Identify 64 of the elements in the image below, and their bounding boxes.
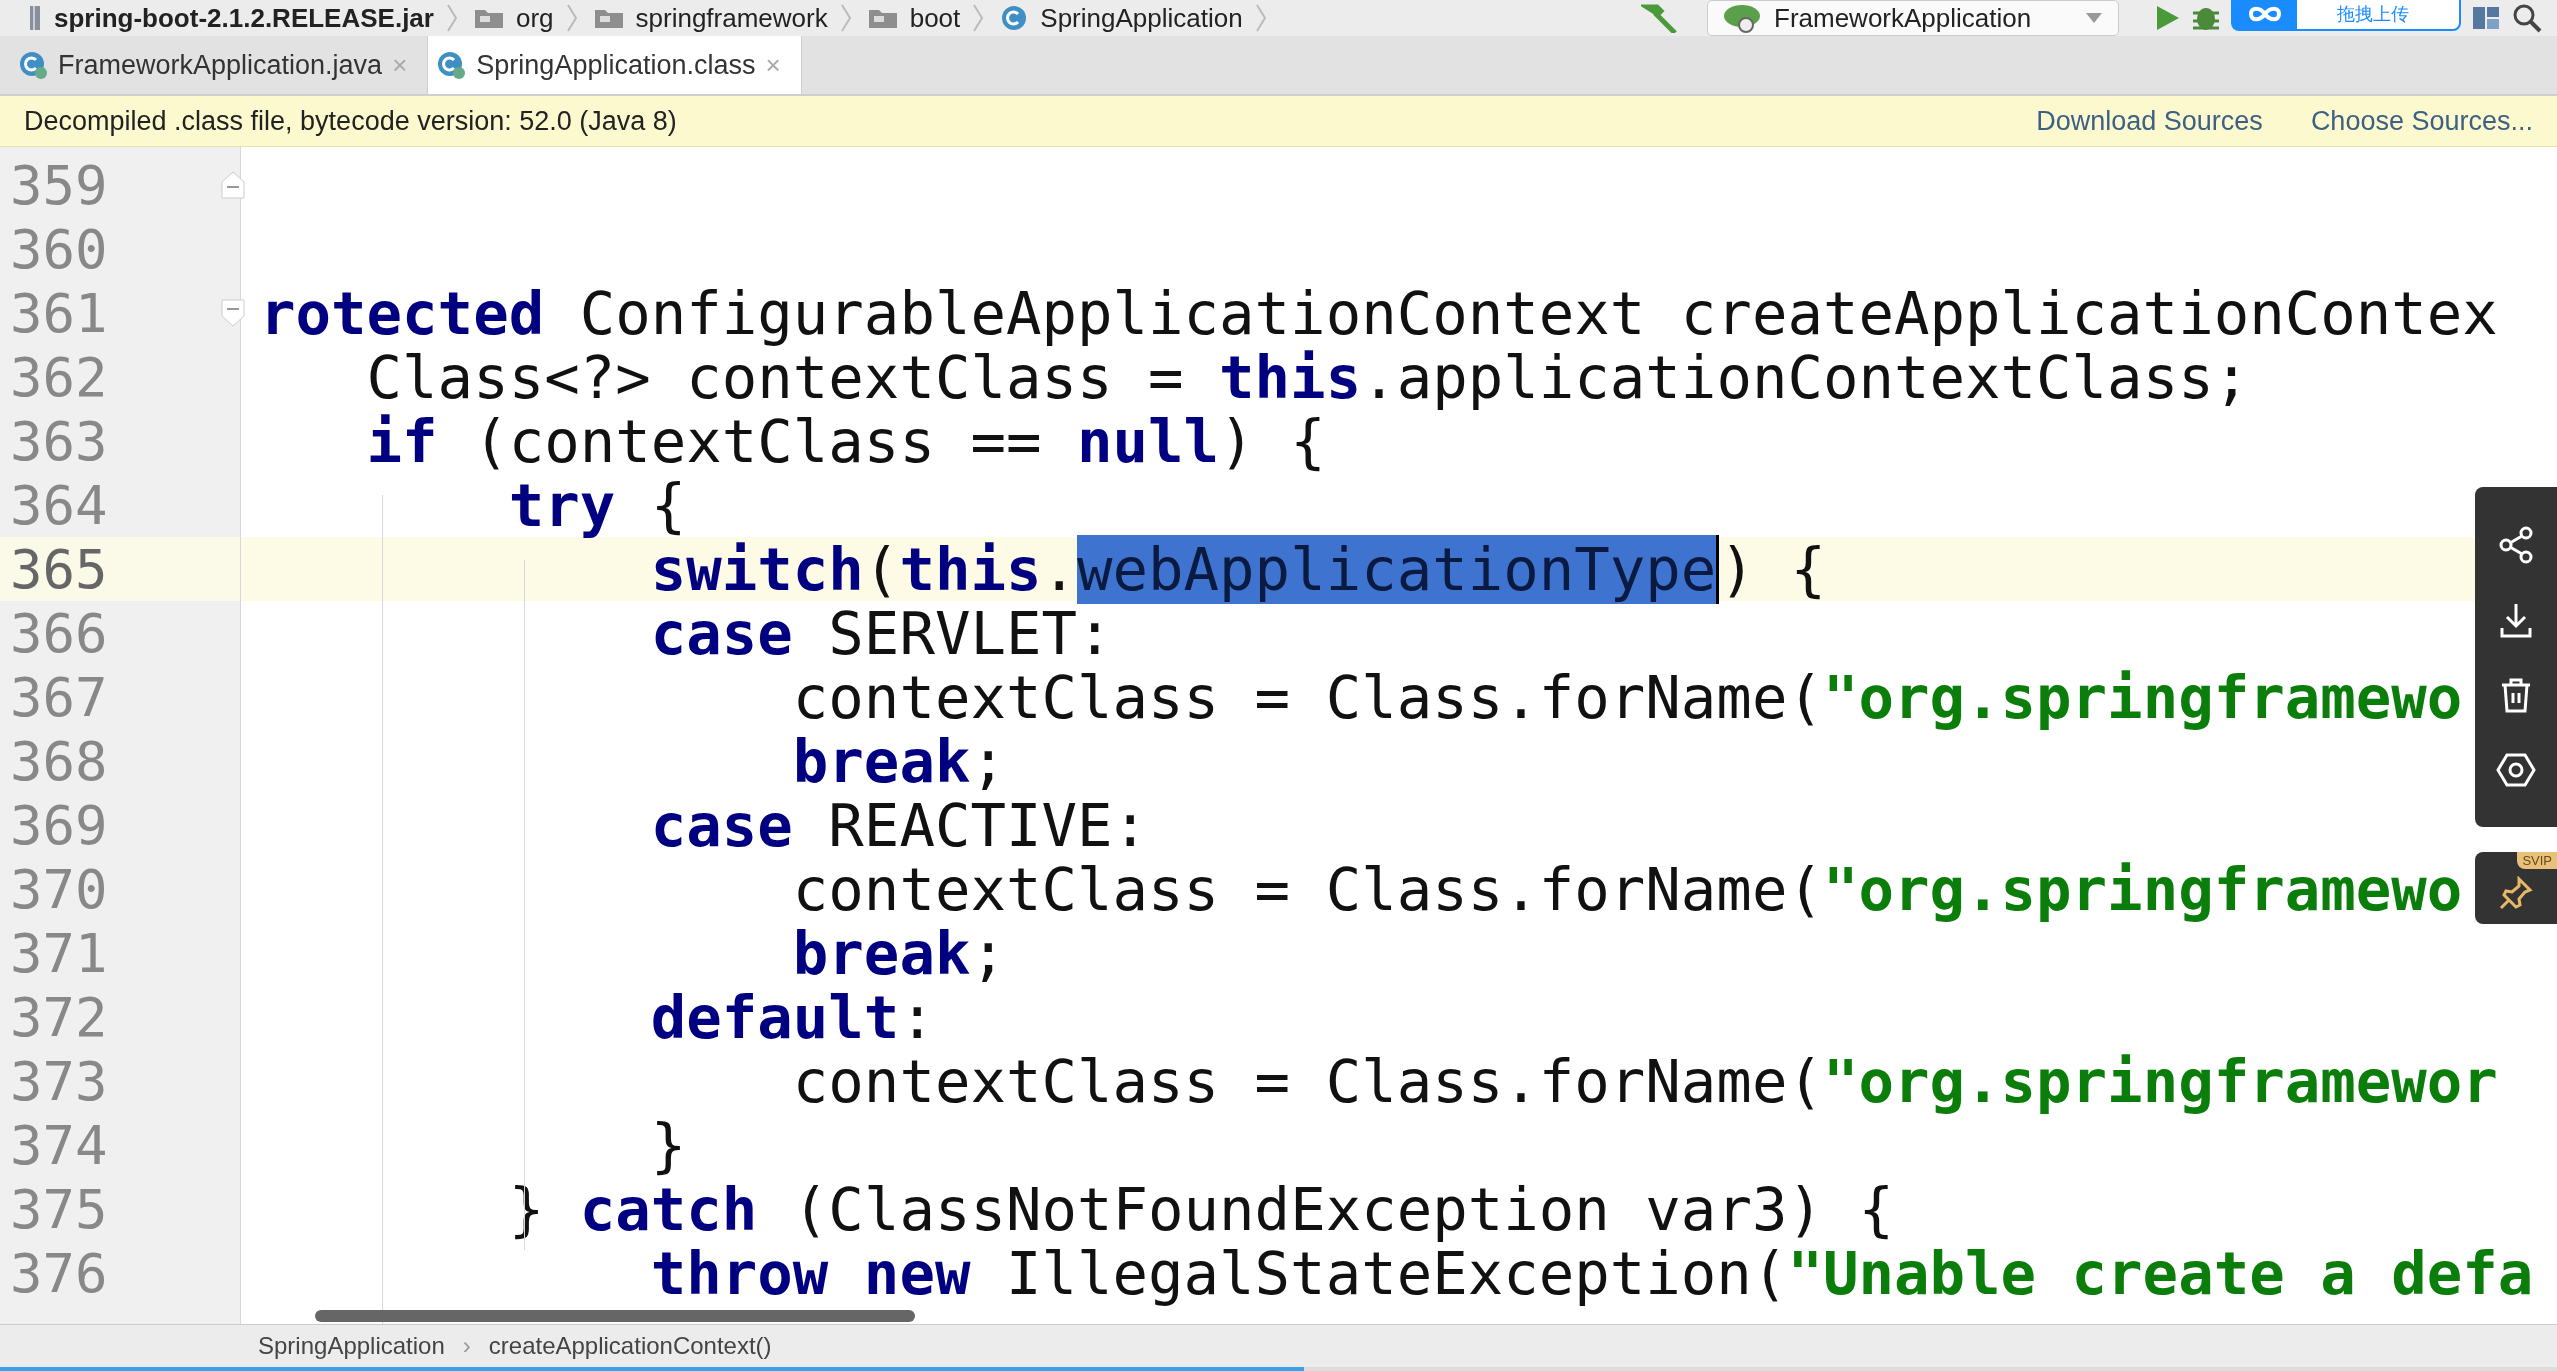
code-string: "org.springframewo	[1822, 662, 2463, 732]
jar-icon[interactable]	[28, 4, 42, 32]
banner-link[interactable]: Download Sources	[2036, 105, 2263, 137]
chevron-icon[interactable]	[445, 3, 458, 33]
folder-icon[interactable]	[473, 7, 504, 29]
vip-badge: SVIP	[2517, 852, 2557, 869]
chevron-icon[interactable]	[565, 3, 578, 33]
class-file-icon[interactable]	[436, 50, 467, 80]
infinity-icon[interactable]	[2233, 0, 2297, 29]
banner-link[interactable]: Choose Sources...	[2310, 105, 2533, 137]
code-keyword: if	[365, 406, 438, 476]
folder-icon[interactable]	[593, 7, 624, 29]
code-keyword: case	[649, 790, 793, 860]
run-configuration-dropdown[interactable]: FrameworkApplication	[1707, 0, 2119, 36]
line-number: 367	[10, 665, 108, 729]
horizontal-scrollbar[interactable]	[315, 1310, 915, 1322]
editor-tab[interactable]: FrameworkApplication.java ×	[10, 36, 429, 94]
line-number: 372	[10, 985, 108, 1049]
line-number: 373	[10, 1049, 108, 1113]
class-icon[interactable]	[1000, 4, 1029, 32]
selected-text: webApplicationType	[1077, 534, 1720, 604]
line-number: 374	[10, 1113, 108, 1177]
dropdown-caret-icon[interactable]	[2086, 13, 2102, 23]
banner-message: Decompiled .class file, bytecode version: 52.0 (Java 8)	[24, 105, 677, 137]
code-text: }	[649, 1110, 687, 1180]
line-number: 371	[10, 921, 108, 985]
fold-end-icon[interactable]	[220, 170, 246, 200]
code-text: ) {	[1719, 534, 1826, 604]
line-number: 370	[10, 857, 108, 921]
breadcrumb-item[interactable]: SpringApplication	[258, 1332, 445, 1360]
folder-icon[interactable]	[867, 7, 898, 29]
editor-tab[interactable]: SpringApplication.class ×	[428, 36, 802, 94]
line-number: 362	[10, 345, 108, 409]
code-keyword: null	[1077, 406, 1220, 476]
code-string: "org.springframewor	[1822, 1046, 2498, 1116]
pin-icon[interactable]	[2499, 876, 2533, 910]
fold-start-icon[interactable]	[220, 298, 246, 328]
line-number: 368	[10, 729, 108, 793]
chevron-icon[interactable]	[972, 3, 985, 33]
breadcrumb-item[interactable]: SpringApplication	[1040, 2, 1243, 34]
breadcrumb-item[interactable]: spring-boot-2.1.2.RELEASE.jar	[54, 2, 434, 34]
line-number: 375	[10, 1177, 108, 1241]
line-number: 369	[10, 793, 108, 857]
line-number: 361	[10, 281, 108, 345]
code-string: "org.springframewo	[1822, 854, 2463, 924]
chevron-icon[interactable]	[839, 3, 852, 33]
breadcrumb-item[interactable]: boot	[909, 2, 961, 34]
chevron-icon[interactable]	[1254, 3, 1267, 33]
line-number: 365	[10, 537, 108, 601]
line-number: 363	[10, 409, 108, 473]
pin-button[interactable]: SVIP	[2475, 852, 2557, 924]
line-number: 364	[10, 473, 108, 537]
line-number: 359	[10, 153, 108, 217]
breadcrumb-item[interactable]: org	[515, 2, 554, 34]
line-number: 376	[10, 1241, 108, 1305]
code-keyword: case	[649, 598, 793, 668]
search-icon[interactable]	[2511, 2, 2543, 34]
breadcrumb-item[interactable]: createApplicationContext()	[488, 1332, 772, 1360]
line-number: 360	[10, 217, 108, 281]
line-number: 366	[10, 601, 108, 665]
breadcrumb-separator: ›	[462, 1332, 471, 1360]
class-file-icon[interactable]	[18, 50, 48, 80]
breadcrumb-item[interactable]: springframework	[635, 2, 828, 34]
code-keyword: rotected	[260, 278, 545, 348]
